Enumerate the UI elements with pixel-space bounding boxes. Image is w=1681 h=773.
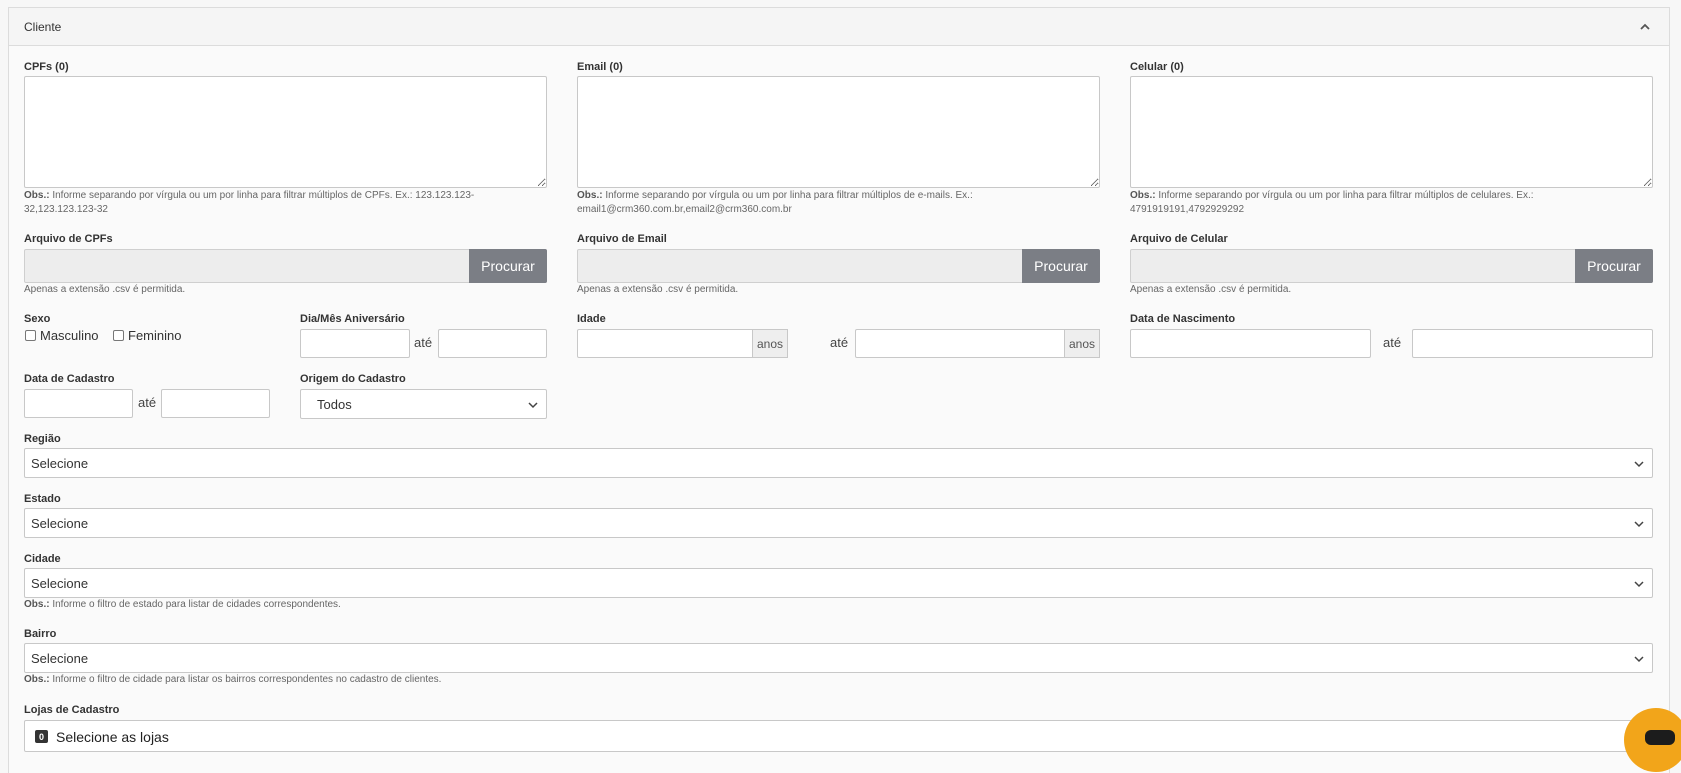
regiao-select[interactable]: Selecione [24, 448, 1653, 478]
lojas-label: Lojas de Cadastro [24, 704, 120, 716]
chevron-down-icon [1634, 581, 1644, 588]
regiao-value: Selecione [31, 456, 89, 471]
cidade-label: Cidade [24, 553, 61, 565]
idade-ate: até [830, 335, 849, 350]
aniversario-from-input[interactable] [300, 329, 410, 358]
feminino-checkbox[interactable] [113, 330, 124, 341]
lojas-placeholder: Selecione as lojas [56, 729, 169, 745]
chevron-down-icon [528, 402, 538, 409]
estado-select[interactable]: Selecione [24, 508, 1653, 538]
email-file-label: Arquivo de Email [577, 233, 667, 245]
cidade-obs: Obs.: Informe o filtro de estado para li… [24, 599, 341, 610]
celular-obs: Obs.: Informe separando por vírgula ou u… [1130, 190, 1534, 215]
estado-label: Estado [24, 493, 61, 505]
idade-from-unit: anos [752, 329, 788, 358]
chevron-up-icon[interactable] [1639, 21, 1651, 33]
bairro-label: Bairro [24, 628, 57, 640]
chevron-down-icon [1634, 521, 1644, 528]
feminino-label[interactable]: Feminino [128, 328, 181, 343]
bairro-select[interactable]: Selecione [24, 643, 1653, 673]
origem-label: Origem do Cadastro [300, 373, 406, 385]
cidade-value: Selecione [31, 576, 89, 591]
chat-button[interactable] [1624, 708, 1681, 772]
nascimento-ate: até [1383, 335, 1402, 350]
lojas-count-badge: 0 [35, 730, 48, 743]
cpfs-obs: Obs.: Informe separando por vírgula ou u… [24, 190, 475, 215]
regiao-label: Região [24, 433, 61, 445]
email-label: Email (0) [577, 61, 623, 73]
chevron-down-icon [1634, 461, 1644, 468]
nascimento-from-input[interactable] [1130, 329, 1371, 358]
cpfs-label: CPFs (0) [24, 61, 69, 73]
masculino-label[interactable]: Masculino [40, 328, 99, 343]
idade-to-unit: anos [1064, 329, 1100, 358]
aniversario-to-input[interactable] [438, 329, 547, 358]
cadastro-label: Data de Cadastro [24, 373, 115, 385]
cadastro-from-input[interactable] [24, 389, 133, 418]
email-obs: Obs.: Informe separando por vírgula ou u… [577, 190, 973, 215]
celular-file-label: Arquivo de Celular [1130, 233, 1228, 245]
celular-browse-button[interactable]: Procurar [1575, 249, 1653, 283]
cpfs-browse-button[interactable]: Procurar [469, 249, 547, 283]
masculino-checkbox[interactable] [25, 330, 36, 341]
bairro-obs: Obs.: Informe o filtro de cidade para li… [24, 674, 442, 685]
chat-bubble-icon [1645, 730, 1675, 745]
aniversario-ate: até [414, 335, 433, 350]
cpfs-file-input[interactable]: Procurar [24, 249, 547, 283]
origem-value: Todos [317, 397, 352, 412]
cidade-select[interactable]: Selecione [24, 568, 1653, 598]
celular-file-input[interactable]: Procurar [1130, 249, 1653, 283]
sexo-label: Sexo [24, 313, 51, 325]
idade-to-input[interactable]: anos [855, 329, 1100, 358]
email-browse-button[interactable]: Procurar [1022, 249, 1100, 283]
lojas-multiselect[interactable]: 0 Selecione as lojas [24, 720, 1653, 752]
celular-textarea[interactable] [1130, 76, 1653, 188]
celular-label: Celular (0) [1130, 61, 1184, 73]
nascimento-to-input[interactable] [1412, 329, 1653, 358]
celular-file-note: Apenas a extensão .csv é permitida. [1130, 284, 1292, 295]
bairro-value: Selecione [31, 651, 89, 666]
panel-header[interactable]: Cliente [9, 8, 1669, 46]
panel-title: Cliente [24, 20, 62, 34]
cadastro-ate: até [138, 395, 157, 410]
cpfs-textarea[interactable] [24, 76, 547, 188]
email-file-note: Apenas a extensão .csv é permitida. [577, 284, 739, 295]
origem-select[interactable]: Todos [300, 389, 547, 419]
email-textarea[interactable] [577, 76, 1100, 188]
email-file-input[interactable]: Procurar [577, 249, 1100, 283]
idade-from-input[interactable]: anos [577, 329, 788, 358]
nascimento-label: Data de Nascimento [1130, 313, 1236, 325]
cpfs-file-note: Apenas a extensão .csv é permitida. [24, 284, 186, 295]
estado-value: Selecione [31, 516, 89, 531]
chevron-down-icon [1634, 656, 1644, 663]
cadastro-to-input[interactable] [161, 389, 270, 418]
cpfs-file-label: Arquivo de CPFs [24, 233, 113, 245]
idade-label: Idade [577, 313, 606, 325]
aniversario-label: Dia/Mês Aniversário [300, 313, 405, 325]
